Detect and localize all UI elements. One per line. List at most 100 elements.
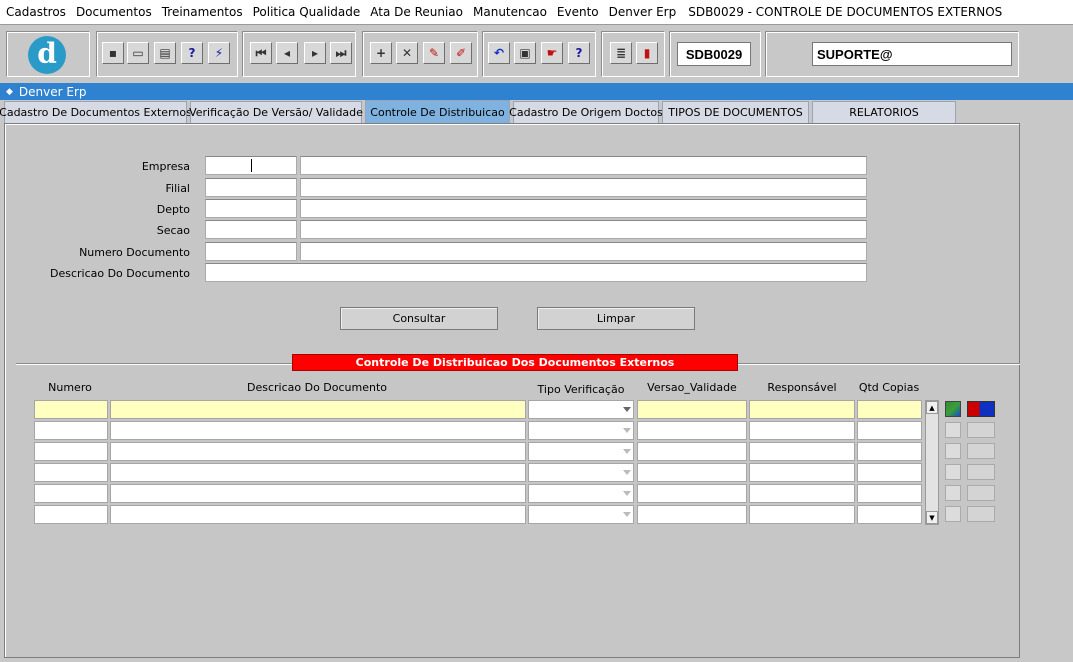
responsavel-cell[interactable] <box>749 400 855 419</box>
filial-code-field[interactable] <box>205 178 297 197</box>
tipo-verificacao-combo[interactable] <box>528 505 634 524</box>
menu-treinamentos[interactable]: Treinamentos <box>162 5 243 19</box>
secao-code-field[interactable] <box>205 220 297 239</box>
row-detail-icon[interactable] <box>945 401 961 417</box>
tab-cadastro-origem-doctos[interactable]: Cadastro De Origem Doctos <box>509 101 663 123</box>
tipo-verificacao-combo[interactable] <box>528 400 634 419</box>
row-detail-icon[interactable] <box>945 422 961 438</box>
versao-validade-cell[interactable] <box>637 505 747 524</box>
insert-record-icon[interactable]: + <box>370 42 392 64</box>
help-icon[interactable]: ? <box>568 42 590 64</box>
numero-cell[interactable] <box>34 442 108 461</box>
exit-icon[interactable]: ▮ <box>636 42 658 64</box>
grid-scrollbar[interactable]: ▲ ▼ <box>925 400 939 525</box>
tab-relatorios[interactable]: RELATORIOS <box>812 101 956 123</box>
descricao-cell[interactable] <box>110 484 526 503</box>
row-chart-icon[interactable] <box>967 443 995 459</box>
qtd-copias-cell[interactable] <box>857 463 922 482</box>
numero-documento-field[interactable] <box>205 242 297 261</box>
filial-name-field[interactable] <box>300 178 867 197</box>
menu-denver-erp[interactable]: Denver Erp <box>609 5 677 19</box>
tipo-verificacao-combo[interactable] <box>528 463 634 482</box>
tab-cadastro-documentos-externos[interactable]: Cadastro De Documentos Externos <box>0 101 192 123</box>
numero-cell[interactable] <box>34 463 108 482</box>
chevron-down-icon[interactable] <box>623 470 631 475</box>
tipo-verificacao-combo[interactable] <box>528 484 634 503</box>
tipo-verificacao-combo[interactable] <box>528 421 634 440</box>
chevron-down-icon[interactable] <box>623 512 631 517</box>
responsavel-cell[interactable] <box>749 442 855 461</box>
row-chart-icon[interactable] <box>967 464 995 480</box>
query-help-icon[interactable]: ? <box>181 42 203 64</box>
qtd-copias-cell[interactable] <box>857 505 922 524</box>
row-detail-icon[interactable] <box>945 485 961 501</box>
menu-evento[interactable]: Evento <box>557 5 599 19</box>
row-detail-icon[interactable] <box>945 506 961 522</box>
chevron-down-icon[interactable] <box>623 491 631 496</box>
descricao-cell[interactable] <box>110 400 526 419</box>
menu-documentos[interactable]: Documentos <box>76 5 152 19</box>
menu-manutencao[interactable]: Manutencao <box>473 5 547 19</box>
qtd-copias-cell[interactable] <box>857 400 922 419</box>
row-chart-icon[interactable] <box>967 485 995 501</box>
chevron-down-icon[interactable] <box>623 407 631 412</box>
tab-controle-distribuicao[interactable]: Controle De Distribuicao <box>365 100 510 123</box>
previous-record-icon[interactable]: ◂ <box>276 42 298 64</box>
scroll-up-icon[interactable]: ▲ <box>926 401 938 414</box>
descricao-cell[interactable] <box>110 421 526 440</box>
descricao-cell[interactable] <box>110 463 526 482</box>
numero-cell[interactable] <box>34 421 108 440</box>
next-record-icon[interactable]: ▸ <box>304 42 326 64</box>
versao-validade-cell[interactable] <box>637 421 747 440</box>
qtd-copias-cell[interactable] <box>857 421 922 440</box>
descricao-cell[interactable] <box>110 442 526 461</box>
descricao-documento-field[interactable] <box>205 263 867 282</box>
row-chart-icon[interactable] <box>967 401 995 417</box>
row-detail-icon[interactable] <box>945 443 961 459</box>
depto-code-field[interactable] <box>205 199 297 218</box>
depto-name-field[interactable] <box>300 199 867 218</box>
versao-validade-cell[interactable] <box>637 442 747 461</box>
responsavel-cell[interactable] <box>749 484 855 503</box>
responsavel-cell[interactable] <box>749 463 855 482</box>
tab-verificacao-versao-validade[interactable]: Verificação De Versão/ Validade <box>189 101 363 123</box>
first-record-icon[interactable]: ⏮ <box>250 42 272 64</box>
row-chart-icon[interactable] <box>967 422 995 438</box>
numero-cell[interactable] <box>34 484 108 503</box>
qtd-copias-cell[interactable] <box>857 484 922 503</box>
tipo-verificacao-combo[interactable] <box>528 442 634 461</box>
limpar-button[interactable]: Limpar <box>537 307 695 330</box>
scroll-down-icon[interactable]: ▼ <box>926 511 938 524</box>
edit-record-icon[interactable]: ✎ <box>423 42 445 64</box>
menu-ata-de-reuniao[interactable]: Ata De Reuniao <box>370 5 463 19</box>
empresa-code-field[interactable] <box>205 156 297 175</box>
tools-icon[interactable]: ☛ <box>541 42 563 64</box>
qtd-copias-cell[interactable] <box>857 442 922 461</box>
tab-tipos-documentos[interactable]: TIPOS DE DOCUMENTOS <box>662 101 809 123</box>
numero-cell[interactable] <box>34 400 108 419</box>
row-chart-icon[interactable] <box>967 506 995 522</box>
execute-query-icon[interactable]: ⚡ <box>208 42 230 64</box>
responsavel-cell[interactable] <box>749 505 855 524</box>
menu-politica-qualidade[interactable]: Politica Qualidade <box>253 5 361 19</box>
empresa-name-field[interactable] <box>300 156 867 175</box>
clear-record-icon[interactable]: ✐ <box>450 42 472 64</box>
menu-icon[interactable]: ≣ <box>610 42 632 64</box>
consultar-button[interactable]: Consultar <box>340 307 498 330</box>
responsavel-cell[interactable] <box>749 421 855 440</box>
descricao-cell[interactable] <box>110 505 526 524</box>
print-preview-icon[interactable]: ▭ <box>127 42 149 64</box>
row-detail-icon[interactable] <box>945 464 961 480</box>
delete-record-icon[interactable]: ✕ <box>396 42 418 64</box>
undo-icon[interactable]: ↶ <box>488 42 510 64</box>
numero-documento-desc-field[interactable] <box>300 242 867 261</box>
numero-cell[interactable] <box>34 505 108 524</box>
save-icon[interactable]: ▪ <box>102 42 124 64</box>
last-record-icon[interactable]: ⏭ <box>330 42 352 64</box>
printer-icon[interactable]: ▤ <box>154 42 176 64</box>
chevron-down-icon[interactable] <box>623 428 631 433</box>
versao-validade-cell[interactable] <box>637 463 747 482</box>
chevron-down-icon[interactable] <box>623 449 631 454</box>
menu-cadastros[interactable]: Cadastros <box>6 5 66 19</box>
versao-validade-cell[interactable] <box>637 400 747 419</box>
